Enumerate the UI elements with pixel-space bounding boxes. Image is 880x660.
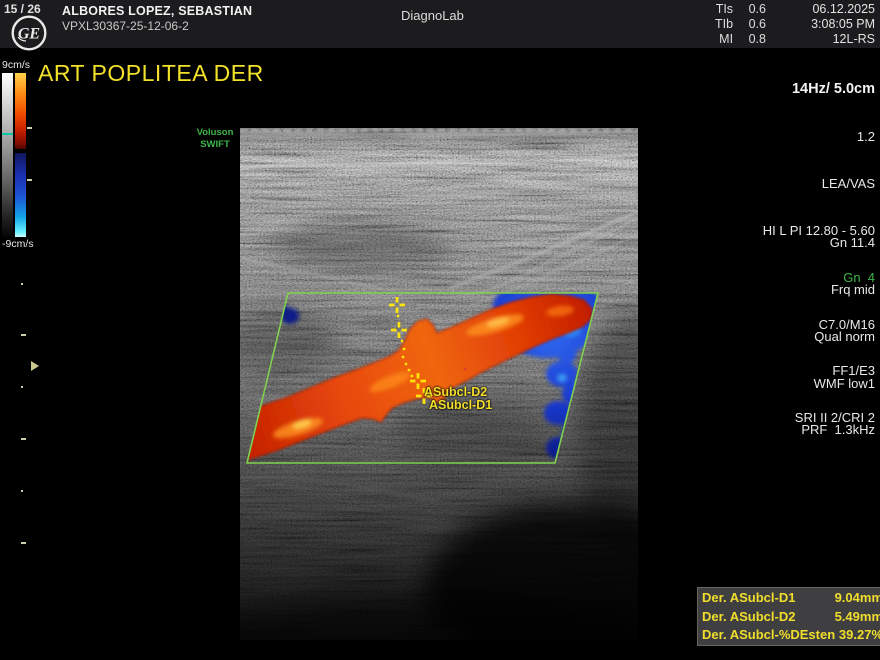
- facility-name: DiagnoLab: [401, 8, 464, 23]
- result-value: 5.49mm: [835, 608, 880, 627]
- flow-speck: [464, 368, 467, 371]
- caliper-label-d2: ASubcl-D2: [424, 385, 487, 399]
- doppler-colorbar-positive: [15, 73, 26, 149]
- ti-row: TIs 0.6: [715, 2, 766, 17]
- color-doppler-params: Gn 11.4 Frq mid Qual norm WMF low1 PRF 1…: [801, 204, 875, 469]
- patient-name: ALBORES LOPEZ, SEBASTIAN: [62, 4, 252, 18]
- watermark-line2: SWIFT: [191, 139, 239, 151]
- depth-tick: [27, 127, 32, 129]
- param-line: LEA/VAS: [763, 176, 875, 192]
- param-line: WMF low1: [801, 376, 875, 392]
- measurement-results-box: Der. ASubcl-D1 9.04mm Der. ASubcl-D2 5.4…: [697, 587, 880, 646]
- mi-value: 0.8: [740, 32, 766, 47]
- patient-id: VPXL30367-25-12-06-2: [62, 19, 189, 33]
- param-line: Qual norm: [801, 329, 875, 345]
- doppler-colorbar-negative: [15, 153, 26, 237]
- depth-tick: [21, 490, 23, 492]
- depth-tick: [21, 334, 26, 336]
- grayscale-bar: [2, 73, 13, 237]
- result-label: Der. ASubcl-D1: [702, 589, 795, 608]
- focus-marker-icon[interactable]: [31, 361, 39, 371]
- datetime-probe: 06.12.2025 3:08:05 PM 12L-RS: [811, 2, 875, 47]
- probe-name: 12L-RS: [811, 32, 875, 47]
- result-value: 39.27%: [839, 626, 880, 645]
- depth-tick: [21, 542, 26, 544]
- param-line: Gn 11.4: [801, 235, 875, 251]
- param-line: Frq mid: [801, 282, 875, 298]
- exam-time: 3:08:05 PM: [811, 17, 875, 32]
- velocity-max-label: 9cm/s: [2, 59, 30, 71]
- watermark-line1: Voluson: [191, 127, 239, 139]
- param-line: 1.2: [763, 129, 875, 145]
- depth-tick: [21, 283, 23, 285]
- tib-value: 0.6: [740, 17, 766, 32]
- acoustic-indices: TIs 0.6 TIb 0.6 MI 0.8: [715, 2, 766, 47]
- tib-label: TIb: [715, 17, 733, 32]
- ultrasound-image[interactable]: [240, 128, 638, 640]
- caliper-label-d1: ASubcl-D1: [429, 398, 492, 412]
- frame-counter: 15 / 26: [4, 2, 41, 16]
- depth-tick: [27, 179, 32, 181]
- mi-label: MI: [719, 32, 733, 47]
- ti-row: MI 0.8: [715, 32, 766, 47]
- result-value: 9.04mm: [835, 589, 880, 608]
- param-line: PRF 1.3kHz: [801, 422, 875, 438]
- result-label: Der. ASubcl-%DEsten: [702, 626, 835, 645]
- depth-tick: [21, 438, 26, 440]
- voluson-watermark: Voluson SWIFT: [191, 127, 239, 150]
- result-label: Der. ASubcl-D2: [702, 608, 795, 627]
- exam-annotation: ART POPLITEA DER: [38, 60, 264, 87]
- velocity-min-label: -9cm/s: [2, 238, 34, 250]
- depth-tick: [21, 386, 23, 388]
- tis-value: 0.6: [740, 2, 766, 17]
- freq-depth: 14Hz/ 5.0cm: [763, 81, 875, 98]
- ti-row: TIb 0.6: [715, 17, 766, 32]
- exam-date: 06.12.2025: [811, 2, 875, 17]
- tis-label: TIs: [716, 2, 733, 17]
- result-row: Der. ASubcl-%DEsten 39.27%: [702, 626, 880, 645]
- ge-logo-icon: GE: [11, 15, 47, 51]
- result-row: Der. ASubcl-D2 5.49mm: [702, 608, 880, 627]
- ultrasound-screen: 15 / 26 GE ALBORES LOPEZ, SEBASTIAN VPXL…: [0, 0, 880, 660]
- grayscale-marker: [2, 133, 13, 135]
- result-row: Der. ASubcl-D1 9.04mm: [702, 589, 880, 608]
